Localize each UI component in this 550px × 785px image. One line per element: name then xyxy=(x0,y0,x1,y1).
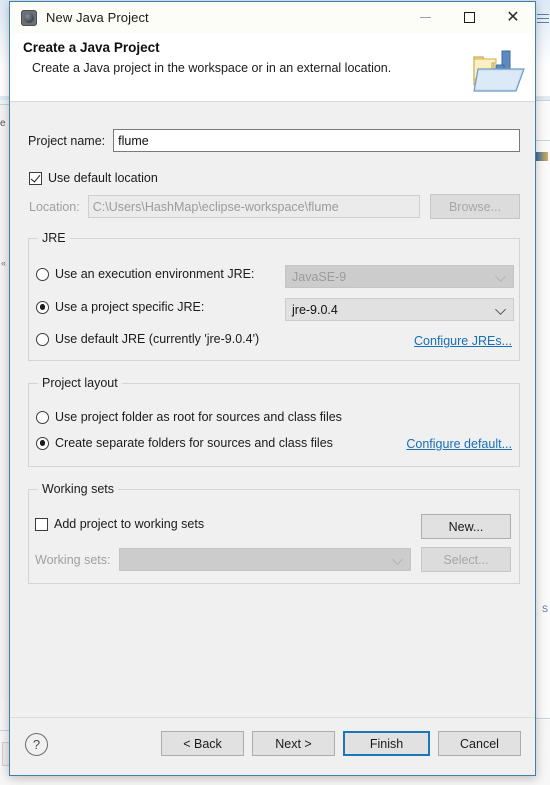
java-project-gear-icon xyxy=(21,9,37,26)
use-default-location-label: Use default location xyxy=(48,171,158,185)
jre-group-legend: JRE xyxy=(38,231,70,245)
minimize-button[interactable] xyxy=(403,2,447,33)
project-specific-jre-combo[interactable]: jre-9.0.4 xyxy=(285,298,514,321)
configure-jres-link[interactable]: Configure JREs... xyxy=(414,334,512,348)
background-glyph: S xyxy=(541,604,548,614)
radio-use-execution-environment-jre[interactable]: Use an execution environment JRE: xyxy=(36,267,254,281)
location-label: Location: xyxy=(29,199,80,214)
radio-label: Use an execution environment JRE: xyxy=(55,267,255,281)
checkbox-box xyxy=(29,171,42,185)
radio-circle xyxy=(36,300,49,314)
checkbox-box xyxy=(35,517,48,531)
dialog-button-bar: ? < Back Next > Finish Cancel xyxy=(10,717,535,775)
dialog-title: New Java Project xyxy=(46,10,149,25)
dialog-actions: < Back Next > Finish Cancel xyxy=(161,731,521,756)
chevron-down-icon xyxy=(495,270,506,282)
new-working-set-button[interactable]: New... xyxy=(421,514,511,539)
radio-use-project-folder-as-root[interactable]: Use project folder as root for sources a… xyxy=(36,410,342,424)
working-sets-group: Working sets Add project to working sets… xyxy=(28,482,520,584)
add-project-to-working-sets-checkbox[interactable]: Add project to working sets xyxy=(35,517,204,531)
location-input[interactable] xyxy=(87,195,420,218)
dialog-header: Create a Java Project Create a Java proj… xyxy=(10,33,535,102)
jre-group: JRE Use an execution environment JRE: Ja… xyxy=(28,231,520,361)
background-menu-lines-icon xyxy=(537,14,549,28)
configure-default-link[interactable]: Configure default... xyxy=(406,437,512,451)
new-java-project-dialog: New Java Project ✕ Create a Java Project… xyxy=(9,1,536,776)
background-glyph: e xyxy=(0,118,6,129)
background-right-panel xyxy=(535,100,550,720)
browse-button[interactable]: Browse... xyxy=(430,194,520,219)
combo-value: jre-9.0.4 xyxy=(292,302,338,317)
radio-label: Create separate folders for sources and … xyxy=(55,436,333,450)
radio-circle xyxy=(36,332,49,346)
back-button[interactable]: < Back xyxy=(161,731,244,756)
radio-use-default-jre[interactable]: Use default JRE (currently 'jre-9.0.4') xyxy=(36,332,259,346)
finish-button[interactable]: Finish xyxy=(343,731,430,756)
window-controls: ✕ xyxy=(403,2,535,33)
radio-use-project-specific-jre[interactable]: Use a project specific JRE: xyxy=(36,300,204,314)
background-divider xyxy=(536,140,550,141)
dialog-titlebar[interactable]: New Java Project ✕ xyxy=(10,2,535,33)
working-sets-group-legend: Working sets xyxy=(38,482,119,496)
header-title: Create a Java Project xyxy=(23,40,160,55)
add-project-label: Add project to working sets xyxy=(54,517,205,531)
dialog-body: Project name: Use default location Locat… xyxy=(10,102,535,717)
working-sets-row: Working sets: Select... xyxy=(35,547,511,572)
project-name-label: Project name: xyxy=(28,133,106,148)
chevron-down-icon xyxy=(495,303,506,315)
execution-environment-combo[interactable]: JavaSE-9 xyxy=(285,265,514,288)
background-glyph: « xyxy=(1,258,7,268)
working-sets-combo[interactable] xyxy=(118,548,411,571)
help-icon[interactable]: ? xyxy=(25,733,48,756)
header-description: Create a Java project in the workspace o… xyxy=(32,61,392,75)
radio-circle xyxy=(36,410,49,424)
background-editor-thumbnail xyxy=(536,152,548,161)
radio-circle xyxy=(36,267,49,281)
radio-label: Use default JRE (currently 'jre-9.0.4') xyxy=(55,332,260,346)
java-project-folder-icon xyxy=(472,45,526,95)
radio-label: Use a project specific JRE: xyxy=(55,300,205,314)
project-layout-group: Project layout Use project folder as roo… xyxy=(28,376,520,467)
combo-value: JavaSE-9 xyxy=(292,269,347,284)
next-button[interactable]: Next > xyxy=(252,731,335,756)
working-sets-label: Working sets: xyxy=(35,552,111,567)
background-divider xyxy=(536,100,550,101)
project-name-row: Project name: xyxy=(28,129,520,152)
radio-circle xyxy=(36,436,49,450)
use-default-location-checkbox[interactable]: Use default location xyxy=(29,171,158,185)
cancel-button[interactable]: Cancel xyxy=(438,731,521,756)
close-icon[interactable]: ✕ xyxy=(491,2,535,33)
project-name-input[interactable] xyxy=(113,129,520,152)
location-row: Location: Browse... xyxy=(29,194,520,219)
radio-create-separate-folders[interactable]: Create separate folders for sources and … xyxy=(36,436,333,450)
chevron-down-icon xyxy=(392,553,403,565)
project-layout-group-legend: Project layout xyxy=(38,376,122,390)
maximize-button[interactable] xyxy=(447,2,491,33)
background-divider xyxy=(536,718,550,719)
select-working-set-button[interactable]: Select... xyxy=(421,547,511,572)
radio-label: Use project folder as root for sources a… xyxy=(55,410,342,424)
